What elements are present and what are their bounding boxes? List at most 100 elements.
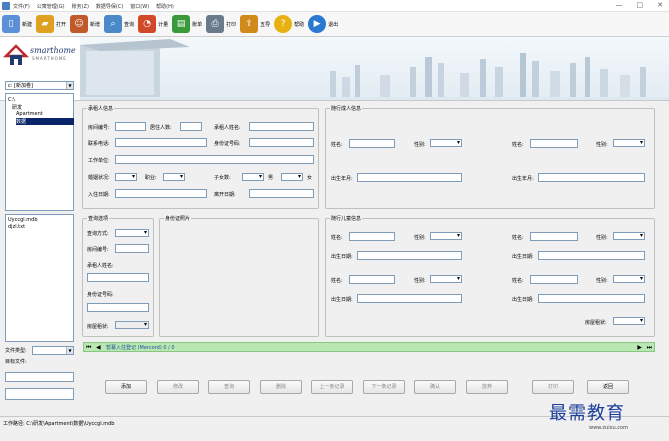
next-record-button[interactable]: 下一条记录 bbox=[363, 380, 405, 394]
job-select[interactable] bbox=[163, 173, 185, 181]
persons-input[interactable] bbox=[180, 122, 202, 131]
child-birth-input[interactable] bbox=[357, 294, 462, 303]
checkin-input[interactable] bbox=[115, 189, 207, 198]
adult-sex-select-1[interactable] bbox=[430, 139, 462, 147]
edit-button[interactable]: 修改 bbox=[157, 380, 199, 394]
cancel-button[interactable]: 放弃 bbox=[466, 380, 508, 394]
drive-select[interactable]: c: [新加卷] ▼ bbox=[5, 81, 74, 90]
query-room-no-label: 房间编号: bbox=[87, 247, 109, 253]
child-sex-select[interactable] bbox=[430, 275, 462, 283]
female-label: 女 bbox=[307, 175, 313, 181]
first-record-icon[interactable]: ⏮ bbox=[86, 344, 91, 352]
menu-window[interactable]: 窗口(W) bbox=[130, 3, 149, 10]
child-sex-label: 性别: bbox=[414, 235, 426, 241]
toolbar-bill-button[interactable]: ▤ 账单 bbox=[172, 15, 202, 33]
work-input[interactable] bbox=[115, 155, 314, 164]
toolbar-new-file-button[interactable]: ▯ 新建 bbox=[2, 15, 32, 33]
toolbar-add-people-button[interactable]: ☺ 新增 bbox=[70, 15, 100, 33]
tree-item-root[interactable]: C:\ bbox=[8, 97, 15, 103]
menu-data[interactable]: 数据导保(C) bbox=[96, 3, 123, 10]
child-sex-label: 性别: bbox=[414, 278, 426, 284]
logo-text: smarthome bbox=[30, 46, 76, 55]
menu-account[interactable]: 账务(Z) bbox=[72, 3, 89, 10]
query-rent-status-select[interactable] bbox=[115, 321, 149, 329]
filetype-select[interactable]: ▼ bbox=[32, 346, 74, 355]
child-name-input[interactable] bbox=[349, 275, 395, 284]
city-skyline-image bbox=[80, 37, 669, 100]
maximize-button[interactable]: □ bbox=[637, 1, 644, 9]
confirm-button[interactable]: 确认 bbox=[414, 380, 456, 394]
tree-item-data[interactable]: 数据 bbox=[16, 118, 74, 125]
adult-sex-label-1: 性别: bbox=[414, 142, 426, 148]
delete-button[interactable]: 删除 bbox=[260, 380, 302, 394]
toolbar-exit-button[interactable]: ▶ 退出 bbox=[308, 15, 338, 33]
file-item[interactable]: Uyccgl.mdb bbox=[8, 217, 38, 223]
child-rent-status-select[interactable] bbox=[613, 317, 645, 325]
child-sex-select[interactable] bbox=[613, 232, 645, 240]
adult-birth-input-2[interactable] bbox=[538, 173, 645, 182]
toolbar-label: 帮助 bbox=[294, 21, 305, 28]
print-button[interactable]: 打印 bbox=[532, 380, 574, 394]
tenant-name-input[interactable] bbox=[249, 122, 314, 131]
last-record-icon[interactable]: ⏭ bbox=[647, 344, 652, 352]
child-rent-status-label: 房屋租状: bbox=[585, 320, 607, 326]
toolbar-export-button[interactable]: ⇪ 五导 bbox=[240, 15, 270, 33]
toolbar-open-folder-button[interactable]: ▰ 打开 bbox=[36, 15, 66, 33]
tree-item-apartment[interactable]: Apartment bbox=[16, 111, 43, 117]
folder-tree[interactable]: C:\ 研发 Apartment 数据 bbox=[5, 93, 74, 211]
child-birth-input[interactable] bbox=[538, 251, 645, 260]
chevron-down-icon: ▼ bbox=[66, 82, 73, 89]
prev-record-button[interactable]: 上一条记录 bbox=[311, 380, 353, 394]
query-mode-select[interactable] bbox=[115, 229, 149, 237]
room-no-label: 房间编号: bbox=[88, 125, 110, 131]
adult-name-input-2[interactable] bbox=[530, 139, 578, 148]
query-rent-status-label: 房屋租状: bbox=[87, 324, 109, 330]
target-file-input-2[interactable] bbox=[5, 388, 74, 400]
adult-name-input-1[interactable] bbox=[349, 139, 395, 148]
target-file-input[interactable] bbox=[5, 372, 74, 382]
id-no-input[interactable] bbox=[249, 138, 314, 147]
marital-select[interactable] bbox=[115, 173, 137, 181]
close-button[interactable]: ✕ bbox=[657, 1, 663, 9]
prev-record-icon[interactable]: ◀ bbox=[96, 344, 101, 351]
adult-sex-select-2[interactable] bbox=[613, 139, 645, 147]
return-button[interactable]: 返回 bbox=[587, 380, 629, 394]
query-button[interactable]: 查询 bbox=[208, 380, 250, 394]
query-id-input[interactable] bbox=[87, 303, 149, 312]
child-name-input[interactable] bbox=[530, 232, 578, 241]
room-no-input[interactable] bbox=[115, 122, 146, 131]
adult-birth-input-1[interactable] bbox=[357, 173, 462, 182]
next-record-icon[interactable]: ▶ bbox=[637, 344, 642, 351]
tree-item-dev[interactable]: 研发 bbox=[12, 104, 22, 111]
child-birth-label: 出生日期: bbox=[331, 297, 353, 303]
checkout-input[interactable] bbox=[249, 189, 314, 198]
toolbar-search-button[interactable]: ⌕ 查询 bbox=[104, 15, 134, 33]
toolbar-help-button[interactable]: ? 帮助 bbox=[274, 15, 304, 33]
toolbar-label: 账单 bbox=[192, 21, 203, 28]
query-room-no-input[interactable] bbox=[115, 244, 149, 253]
child-name-input[interactable] bbox=[530, 275, 578, 284]
toolbar-pie-chart-button[interactable]: ◔ 计量 bbox=[138, 15, 168, 33]
child-birth-input[interactable] bbox=[538, 294, 645, 303]
menu-apartment[interactable]: 公寓管理(G) bbox=[37, 3, 65, 10]
phone-input[interactable] bbox=[115, 138, 207, 147]
child-birth-label: 出生日期: bbox=[512, 254, 534, 260]
menu-file[interactable]: 文件(F) bbox=[13, 3, 30, 10]
minimize-button[interactable]: — bbox=[616, 1, 623, 9]
query-name-input[interactable] bbox=[87, 273, 149, 282]
file-item[interactable]: djzl.txt bbox=[8, 224, 25, 230]
adult-name-label-2: 姓名: bbox=[512, 142, 524, 148]
menu-help[interactable]: 帮助(H) bbox=[156, 3, 174, 10]
child-name-input[interactable] bbox=[349, 232, 395, 241]
toolbar-printer-button[interactable]: ⎙ 打印 bbox=[206, 15, 236, 33]
sons-select[interactable] bbox=[242, 173, 264, 181]
banner: smarthome SMARTHOME bbox=[0, 37, 669, 101]
child-sex-select[interactable] bbox=[613, 275, 645, 283]
file-list[interactable]: Uyccgl.mdb djzl.txt bbox=[5, 214, 74, 342]
child-birth-input[interactable] bbox=[357, 251, 462, 260]
menu-bar: 文件(F) 公寓管理(G) 账务(Z) 数据导保(C) 窗口(W) 帮助(H) bbox=[13, 3, 174, 10]
daughters-select[interactable] bbox=[281, 173, 303, 181]
child-sex-select[interactable] bbox=[430, 232, 462, 240]
target-file-label: 目标文件: bbox=[5, 359, 27, 365]
add-button[interactable]: 添加 bbox=[105, 380, 147, 394]
